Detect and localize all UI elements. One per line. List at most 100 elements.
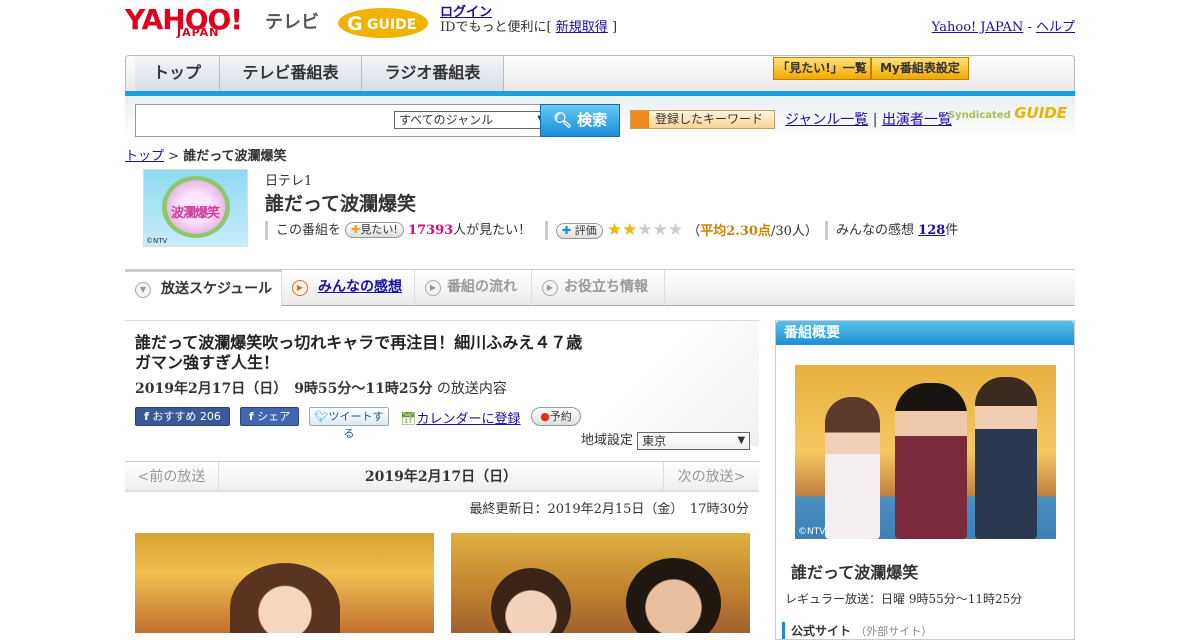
tab-flow-label: 番組の流れ — [447, 279, 517, 295]
register-link[interactable]: 新規取得 — [556, 20, 608, 35]
broadcast-date: 2019年2月17日（日） 9時55分～11時25分 の放送内容 — [135, 378, 507, 398]
my-schedule-button[interactable]: My番組表設定 — [871, 57, 969, 80]
broadcast-datetime: 2019年2月17日（日） 9時55分～11時25分 — [135, 381, 433, 397]
gguide-logo: G GUIDE — [338, 8, 428, 38]
calendar-link[interactable]: カレンダーに登録 — [417, 412, 521, 427]
nav-tab-tv[interactable]: テレビ番組表 — [220, 56, 362, 92]
breadcrumb-top[interactable]: トップ — [125, 149, 164, 164]
sidebar-regular-broadcast: レギュラー放送：日曜 9時55分～11時25分 — [785, 592, 1023, 606]
region-setting: 地域設定 東京 ▼ — [581, 429, 751, 450]
sidebar-photo-credit: ©NTV — [798, 527, 826, 537]
syndicated-guide: GUIDE — [1014, 104, 1067, 122]
svg-text:G: G — [347, 13, 363, 35]
tweet-button[interactable]: 🐦︎ツイートする — [309, 407, 389, 440]
rating-stat: ✚ 評価 ★★★★★ （平均2.30点/30人） — [545, 221, 818, 240]
search-input[interactable]: すべてのジャンル▼ — [135, 104, 550, 137]
rating-open: （ — [687, 224, 701, 239]
header: YAHOO! JAPAN テレビ G GUIDE ログイン IDでもっと便利に[… — [125, 0, 1075, 50]
prev-broadcast-link[interactable]: <前の放送 — [125, 462, 219, 492]
rating-count: /30人） — [770, 224, 818, 239]
reserve-label: 予約 — [549, 410, 572, 423]
external-site-note: （外部サイト） — [855, 625, 933, 638]
link-sep: | — [872, 112, 878, 128]
search-button[interactable]: 🔍︎ 検索 — [540, 104, 620, 137]
nav-tab-top[interactable]: トップ — [135, 56, 220, 92]
plus-icon: ✚ — [562, 224, 572, 237]
rating-average: 平均2.30点 — [700, 224, 771, 239]
last-updated: 最終更新日：2019年2月15日（金） 17時30分 — [469, 502, 749, 517]
star-icon: ★ — [622, 220, 638, 240]
genre-select-value: すべてのジャンル — [399, 113, 494, 127]
watch-stat: この番組を ✚見たい! 17393人が見たい！ — [265, 221, 531, 240]
facebook-recommend-label: おすすめ 206 — [152, 410, 221, 423]
chevron-down-icon: ▼ — [135, 282, 151, 298]
sidebar-header: 番組概要 — [776, 321, 1074, 345]
tab-schedule[interactable]: ▼ 放送スケジュール — [125, 270, 282, 306]
tab-reviews[interactable]: ▶ みんなの感想 — [282, 270, 415, 306]
official-site-link[interactable]: 公式サイト （外部サイト） — [782, 622, 932, 639]
region-label: 地域設定 — [581, 433, 634, 448]
main-nav: トップ テレビ番組表 ラジオ番組表 「見たい!」一覧 My番組表設定 — [125, 55, 1075, 93]
photo-person — [230, 563, 340, 633]
rating-stars: ★★★★★ — [607, 221, 683, 240]
chevron-right-icon: ▶ — [292, 280, 308, 296]
syndicated-logo: Syndicated GUIDE — [948, 104, 1067, 122]
search-bar: すべてのジャンル▼ 🔍︎ 検索 登録したキーワード ジャンル一覧 | 出演者一覧… — [125, 96, 1075, 138]
current-broadcast-date: 2019年2月17日（日） — [364, 469, 518, 485]
tab-info[interactable]: ▶ お役立ち情報 — [532, 270, 665, 306]
official-site-label: 公式サイト — [791, 624, 852, 638]
facebook-recommend-button[interactable]: f おすすめ 206 — [135, 407, 230, 426]
article-photo-1 — [135, 533, 434, 633]
search-links: ジャンル一覧 | 出演者一覧 — [785, 109, 952, 129]
header-sep: - — [1027, 20, 1032, 35]
watch-count: 17393 — [407, 223, 454, 238]
channel-name: 日テレ1 — [265, 174, 313, 189]
calendar-register[interactable]: 📅︎カレンダーに登録 — [400, 408, 521, 427]
region-select[interactable]: 東京 ▼ — [637, 431, 751, 450]
article-title: 誰だって波瀾爆笑吹っ切れキャラで再注目！細川ふみえ４７歳 ガマン強すぎ人生！ — [135, 333, 582, 373]
performer-list-link[interactable]: 出演者一覧 — [882, 112, 952, 128]
search-button-label: 検索 — [577, 111, 608, 129]
plus-icon: ✚ — [351, 223, 361, 236]
calendar-icon: 📅︎ — [400, 412, 417, 427]
mitai-button-label: 見たい! — [360, 223, 398, 236]
broadcast-pager: <前の放送 2019年2月17日（日） 次の放送> — [125, 461, 759, 492]
sidebar-cast-photo: ©NTV — [795, 365, 1056, 539]
genre-list-link[interactable]: ジャンル一覧 — [785, 112, 868, 128]
rate-button[interactable]: ✚ 評価 — [556, 223, 603, 239]
tv-label[interactable]: テレビ — [265, 8, 319, 34]
mitai-list-button[interactable]: 「見たい!」一覧 — [773, 57, 871, 80]
breadcrumb: トップ > 誰だって波瀾爆笑 — [125, 145, 287, 164]
header-links: Yahoo! JAPAN - ヘルプ — [932, 16, 1075, 35]
facebook-share-button[interactable]: f シェア — [240, 407, 299, 426]
bracket-close: ] — [611, 20, 618, 35]
facebook-icon: f — [248, 410, 254, 423]
dropdown-arrow-icon: ▼ — [737, 434, 746, 446]
article-title-line1: 誰だって波瀾爆笑吹っ切れキャラで再注目！細川ふみえ４７歳 — [135, 333, 583, 352]
help-link[interactable]: ヘルプ — [1036, 20, 1075, 35]
star-icon: ★ — [652, 220, 668, 240]
nav-tab-radio[interactable]: ラジオ番組表 — [362, 56, 504, 92]
yahoo-japan-link[interactable]: Yahoo! JAPAN — [932, 20, 1024, 35]
breadcrumb-current: 誰だって波瀾爆笑 — [183, 149, 287, 164]
chevron-right-icon: ▶ — [542, 280, 558, 296]
tab-flow[interactable]: ▶ 番組の流れ — [415, 270, 532, 306]
genre-select[interactable]: すべてのジャンル▼ — [394, 111, 550, 129]
next-broadcast-link[interactable]: 次の放送> — [663, 462, 759, 492]
tab-info-label: お役立ち情報 — [564, 279, 648, 295]
tweet-label: ツイートする — [328, 410, 384, 440]
reserve-button[interactable]: ●予約 — [531, 407, 581, 426]
id-prompt: IDでもっと便利に[ — [440, 20, 552, 35]
photo-person — [975, 377, 1037, 539]
watch-suffix: 人が見たい！ — [453, 223, 532, 238]
star-icon: ★ — [637, 220, 653, 240]
mitai-button[interactable]: ✚見たい! — [345, 222, 404, 238]
region-select-value: 東京 — [642, 433, 667, 448]
chevron-right-icon: ▶ — [425, 280, 441, 296]
reviews-unit: 件 — [945, 223, 959, 238]
keyword-button[interactable]: 登録したキーワード — [630, 110, 775, 129]
login-link[interactable]: ログイン — [440, 5, 492, 20]
reviews-count-link[interactable]: 128 — [918, 223, 945, 238]
tab-reviews-label[interactable]: みんなの感想 — [318, 279, 402, 295]
star-icon: ★ — [606, 220, 623, 240]
